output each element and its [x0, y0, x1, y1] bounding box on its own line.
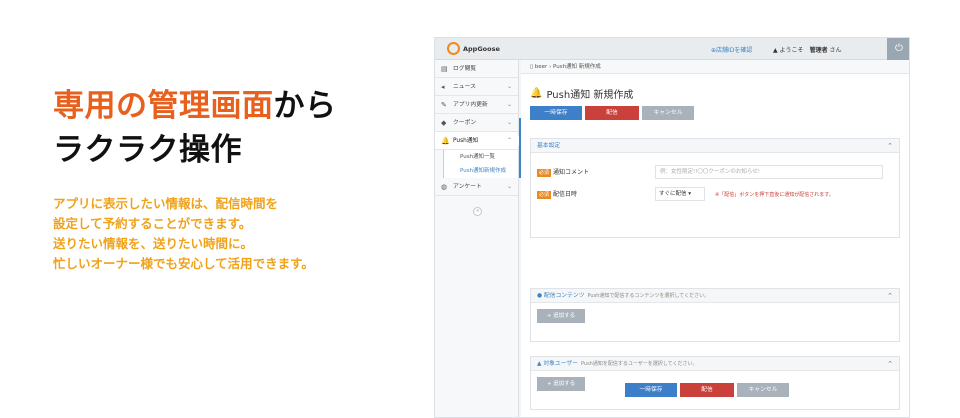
chevron-up-icon[interactable]: ⌃: [887, 357, 893, 371]
sidebar-item-label: アプリ内更新: [453, 102, 488, 108]
desc-line: 送りたい情報を、送りたい時間に。: [53, 236, 254, 251]
comment-input[interactable]: 例：女性限定!!〇〇クーポンのお知らせ!: [655, 165, 883, 179]
chevron-down-icon: ⌄: [506, 83, 512, 90]
page: 専用の管理画面から ラクラク操作 アプリに表示したい情報は、配信時間を 設定して…: [0, 0, 960, 418]
breadcrumb: ▯ beer › Push通知 新規作成: [521, 60, 909, 74]
sidebar-item-label: クーポン: [453, 120, 477, 126]
content-panel: ● 配信コンテンツ Push通知で配信するコンテンツを選択してください。 ⌃ + …: [530, 288, 900, 342]
wrench-icon: ✎: [441, 101, 447, 109]
chevron-up-icon[interactable]: ⌃: [887, 139, 893, 153]
panel-hint: Push通知を配信するユーザーを選択してください。: [580, 361, 698, 367]
save-draft-button[interactable]: 一時保存: [625, 383, 677, 397]
main-content: ▯ beer › Push通知 新規作成 🔔 Push通知 新規作成 一時保存 …: [521, 60, 909, 417]
sidebar-collapse-button[interactable]: «: [473, 207, 482, 216]
chat-icon: ◍: [441, 183, 448, 191]
logo-text: AppGoose: [463, 44, 500, 53]
send-button[interactable]: 配信: [680, 383, 734, 397]
logout-button[interactable]: ⏻: [887, 38, 909, 60]
top-bar: AppGoose ⊕店舗IDを確認 ▲ ようこそ 管理者 さん ⏻: [435, 38, 909, 60]
headline-line2: ラクラク操作: [53, 132, 242, 168]
chevron-down-icon: ⌄: [506, 101, 512, 108]
app-screenshot: AppGoose ⊕店舗IDを確認 ▲ ようこそ 管理者 さん ⏻ ▤ ログ閲覧…: [434, 37, 910, 418]
welcome-user: 管理者: [809, 47, 828, 54]
promo-headline: 専用の管理画面から ラクラク操作: [53, 84, 423, 172]
add-content-button[interactable]: + 追加する: [537, 309, 585, 323]
promo-section: 専用の管理画面から ラクラク操作 アプリに表示したい情報は、配信時間を 設定して…: [53, 84, 423, 274]
required-badge: 必須: [537, 190, 552, 199]
welcome-text: ▲ ようこそ 管理者 さん: [773, 45, 842, 54]
panel-header[interactable]: ● 配信コンテンツ Push通知で配信するコンテンツを選択してください。 ⌃: [531, 289, 899, 303]
sidebar-item-label: アンケート: [453, 184, 482, 190]
desc-line: 設定して予約することができます。: [53, 216, 252, 231]
breadcrumb-text: beer › Push通知 新規作成: [534, 64, 601, 70]
megaphone-icon: ◂: [441, 83, 445, 91]
date-label-text: 配信日時: [553, 191, 578, 198]
welcome-prefix: ようこそ: [779, 47, 804, 54]
panel-title: 基本設定: [537, 143, 561, 149]
sidebar-item-label: ログ閲覧: [453, 66, 477, 72]
desc-line: アプリに表示したい情報は、配信時間を: [53, 196, 279, 211]
cancel-button[interactable]: キャンセル: [642, 106, 694, 120]
sidebar: ▤ ログ閲覧 ◂ ニュース ⌄ ✎ アプリ内更新 ⌄ ◆ クーポン ⌄ 🔔 Pu…: [435, 60, 524, 417]
basic-settings-panel: 基本設定 ⌃ 必須 通知コメント 例：女性限定!!〇〇クーポンのお知らせ! 必須配…: [530, 138, 900, 238]
required-badge: 必須: [537, 168, 552, 177]
panel-hint: Push通知で配信するコンテンツを選択してください。: [587, 293, 710, 299]
store-id-link[interactable]: ⊕店舗IDを確認: [711, 45, 752, 54]
sidebar-item-push[interactable]: 🔔 Push通知 ⌃: [435, 132, 524, 150]
sidebar-item-news[interactable]: ◂ ニュース ⌄: [435, 78, 518, 96]
sidebar-subitem-push-list[interactable]: Push通知一覧: [443, 150, 518, 164]
sidebar-item-log[interactable]: ▤ ログ閲覧: [435, 60, 518, 78]
chevron-up-icon: ⌃: [506, 137, 512, 144]
delivery-time-select[interactable]: すぐに配信 ▾: [655, 187, 705, 201]
top-button-row: 一時保存 配信 キャンセル: [530, 106, 694, 120]
sidebar-item-label: ニュース: [453, 84, 476, 90]
sidebar-subitem-push-new[interactable]: Push通知新規作成: [443, 164, 518, 178]
log-icon: ▤: [441, 65, 448, 73]
sidebar-item-coupon[interactable]: ◆ クーポン ⌄: [435, 114, 518, 132]
sidebar-item-survey[interactable]: ◍ アンケート ⌄: [435, 178, 518, 196]
headline-accent: 専用の管理画面: [53, 88, 274, 124]
promo-description: アプリに表示したい情報は、配信時間を 設定して予約することができます。 送りたい…: [53, 194, 423, 274]
sidebar-item-app-update[interactable]: ✎ アプリ内更新 ⌄: [435, 96, 518, 114]
comment-label: 必須 通知コメント: [537, 167, 589, 177]
delivery-note: ※「配信」ボタンを押下直後に通知が配信されます。: [715, 192, 834, 198]
page-title: 🔔 Push通知 新規作成: [530, 86, 633, 101]
chevron-down-icon: ⌄: [506, 119, 512, 126]
page-title-text: Push通知 新規作成: [546, 90, 634, 101]
date-label: 必須 配信日時: [537, 189, 577, 199]
comment-label-text: 通知コメント: [553, 169, 590, 176]
tag-icon: ◆: [441, 119, 447, 127]
send-button[interactable]: 配信: [585, 106, 639, 120]
chat-icon: ●: [537, 293, 544, 299]
bottom-button-row: 一時保存 配信 キャンセル: [625, 383, 789, 397]
desc-line: 忙しいオーナー様でも安心して活用できます。: [53, 256, 314, 271]
welcome-suffix: さん: [829, 47, 842, 54]
chevron-up-icon[interactable]: ⌃: [887, 289, 893, 303]
add-user-button[interactable]: + 追加する: [537, 377, 585, 391]
panel-title: 対象ユーザー: [543, 361, 578, 367]
panel-header[interactable]: ▲ 対象ユーザー Push通知を配信するユーザーを選択してください。 ⌃: [531, 357, 899, 371]
bell-icon: 🔔: [530, 88, 543, 99]
goose-logo-icon: [447, 42, 460, 55]
headline-suffix: から: [273, 88, 337, 124]
bell-icon: 🔔: [441, 137, 450, 145]
panel-header[interactable]: 基本設定 ⌃: [531, 139, 899, 153]
chevron-down-icon: ⌄: [506, 183, 512, 190]
panel-title: 配信コンテンツ: [543, 293, 585, 299]
app-logo[interactable]: AppGoose: [447, 42, 500, 55]
power-icon: ⏻: [895, 43, 903, 54]
cancel-button[interactable]: キャンセル: [737, 383, 789, 397]
save-draft-button[interactable]: 一時保存: [530, 106, 582, 120]
sidebar-item-label: Push通知: [453, 138, 479, 144]
